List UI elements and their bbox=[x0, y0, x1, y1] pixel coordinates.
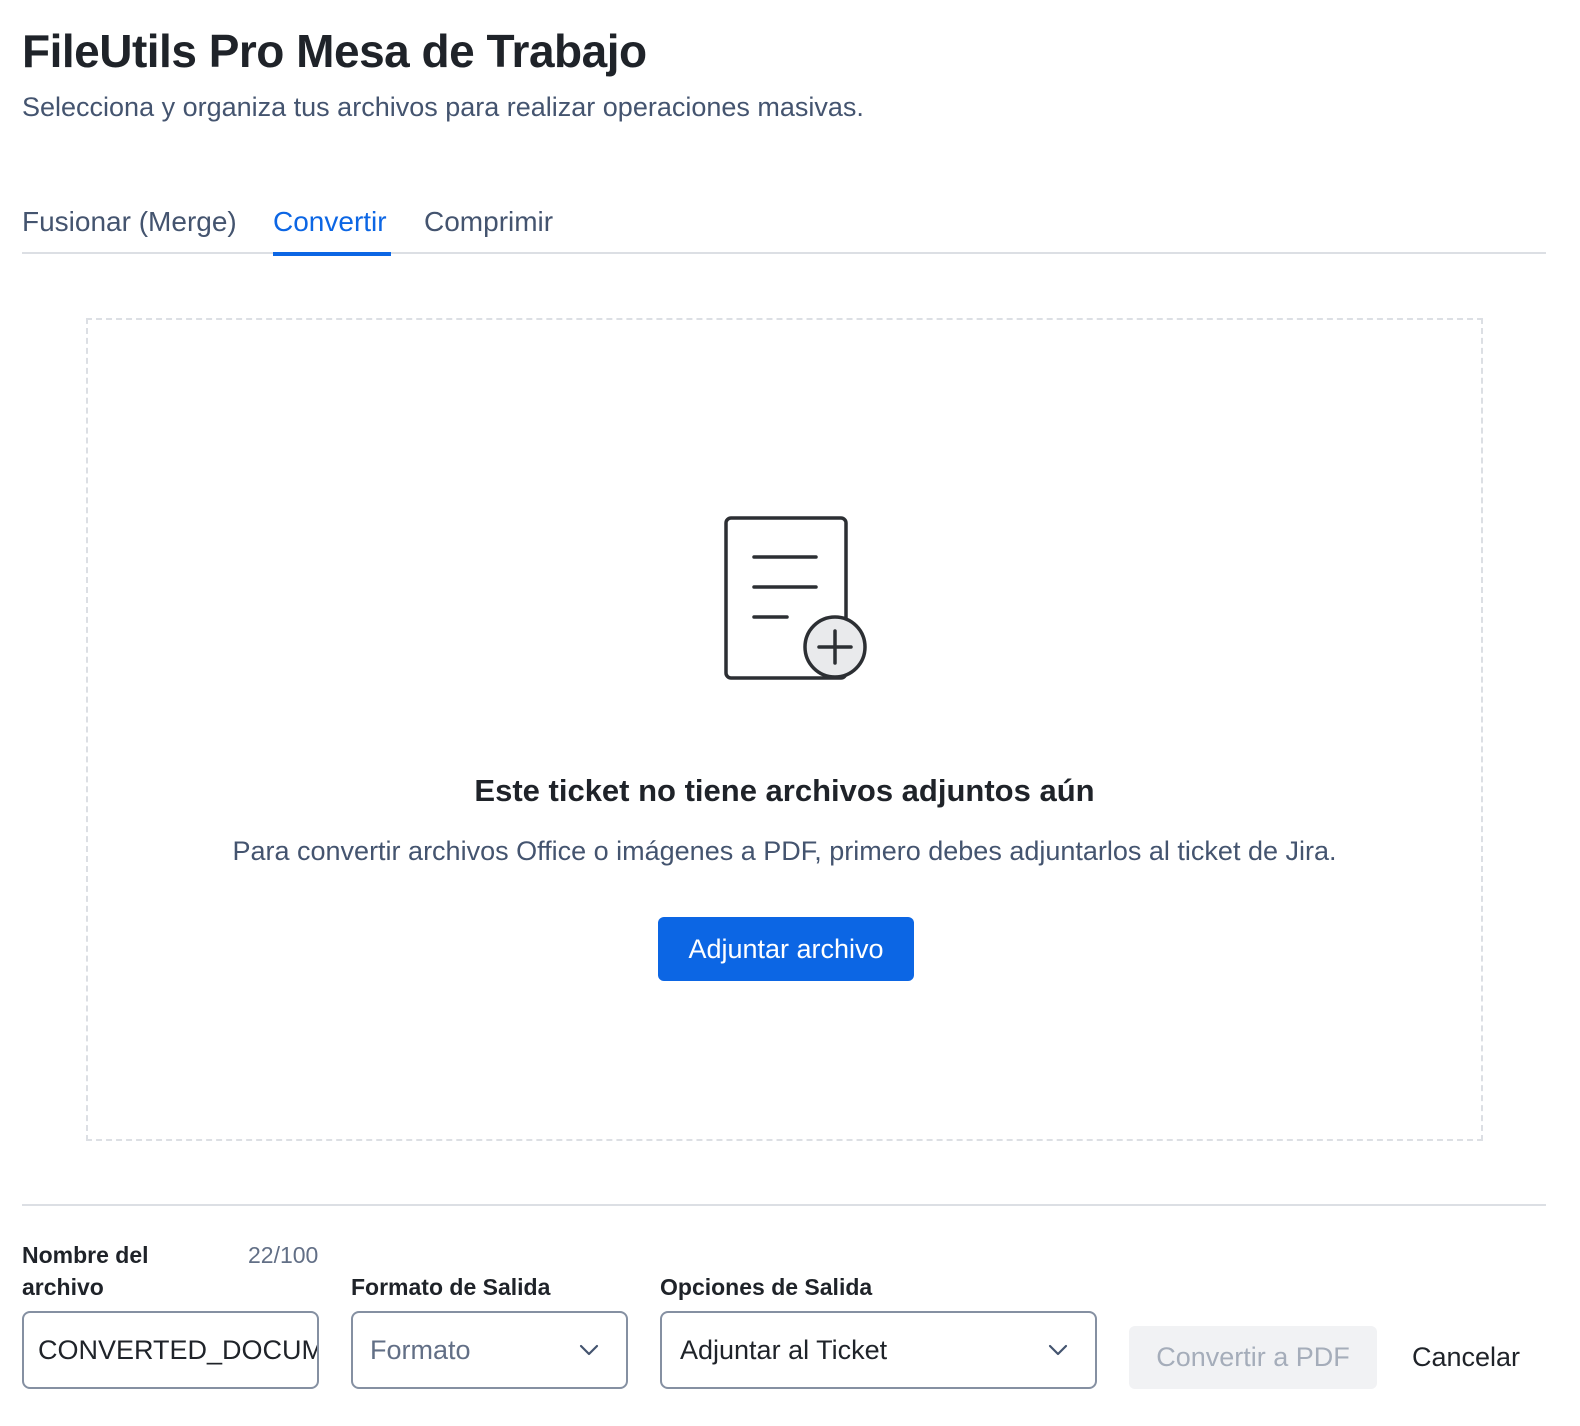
empty-state-description: Para convertir archivos Office o imágene… bbox=[232, 836, 1337, 866]
filename-input[interactable]: CONVERTED_DOCUMENT bbox=[22, 1311, 319, 1389]
tab-bar: Fusionar (Merge) Convertir Comprimir bbox=[22, 196, 1546, 256]
filename-label: Nombre del archivo bbox=[22, 1242, 149, 1300]
filename-char-counter: 22/100 bbox=[248, 1242, 319, 1268]
chevron-down-icon bbox=[579, 1344, 599, 1356]
output-options-value: Adjuntar al Ticket bbox=[680, 1334, 888, 1365]
convert-to-pdf-button[interactable]: Convertir a PDF bbox=[1129, 1326, 1377, 1389]
format-select-placeholder: Formato bbox=[370, 1334, 471, 1365]
chevron-down-icon bbox=[1048, 1344, 1068, 1356]
page-subtitle: Selecciona y organiza tus archivos para … bbox=[22, 92, 864, 122]
file-dropzone[interactable]: Este ticket no tiene archivos adjuntos a… bbox=[86, 318, 1483, 1141]
format-select[interactable]: Formato bbox=[351, 1311, 628, 1389]
page-title: FileUtils Pro Mesa de Trabajo bbox=[22, 25, 647, 77]
tab-convert[interactable]: Convertir bbox=[273, 206, 391, 256]
tab-compress[interactable]: Comprimir bbox=[424, 206, 564, 254]
attach-file-button[interactable]: Adjuntar archivo bbox=[658, 917, 914, 981]
tab-merge[interactable]: Fusionar (Merge) bbox=[22, 206, 242, 254]
document-add-icon bbox=[724, 516, 867, 680]
output-options-select[interactable]: Adjuntar al Ticket bbox=[660, 1311, 1097, 1389]
cancel-button[interactable]: Cancelar bbox=[1396, 1326, 1536, 1389]
filename-input-value: CONVERTED_DOCUMENT bbox=[38, 1334, 317, 1365]
format-label: Formato de Salida bbox=[351, 1274, 551, 1300]
empty-state-title: Este ticket no tiene archivos adjuntos a… bbox=[474, 773, 1095, 808]
output-options-label: Opciones de Salida bbox=[660, 1274, 873, 1300]
divider bbox=[22, 1204, 1546, 1206]
